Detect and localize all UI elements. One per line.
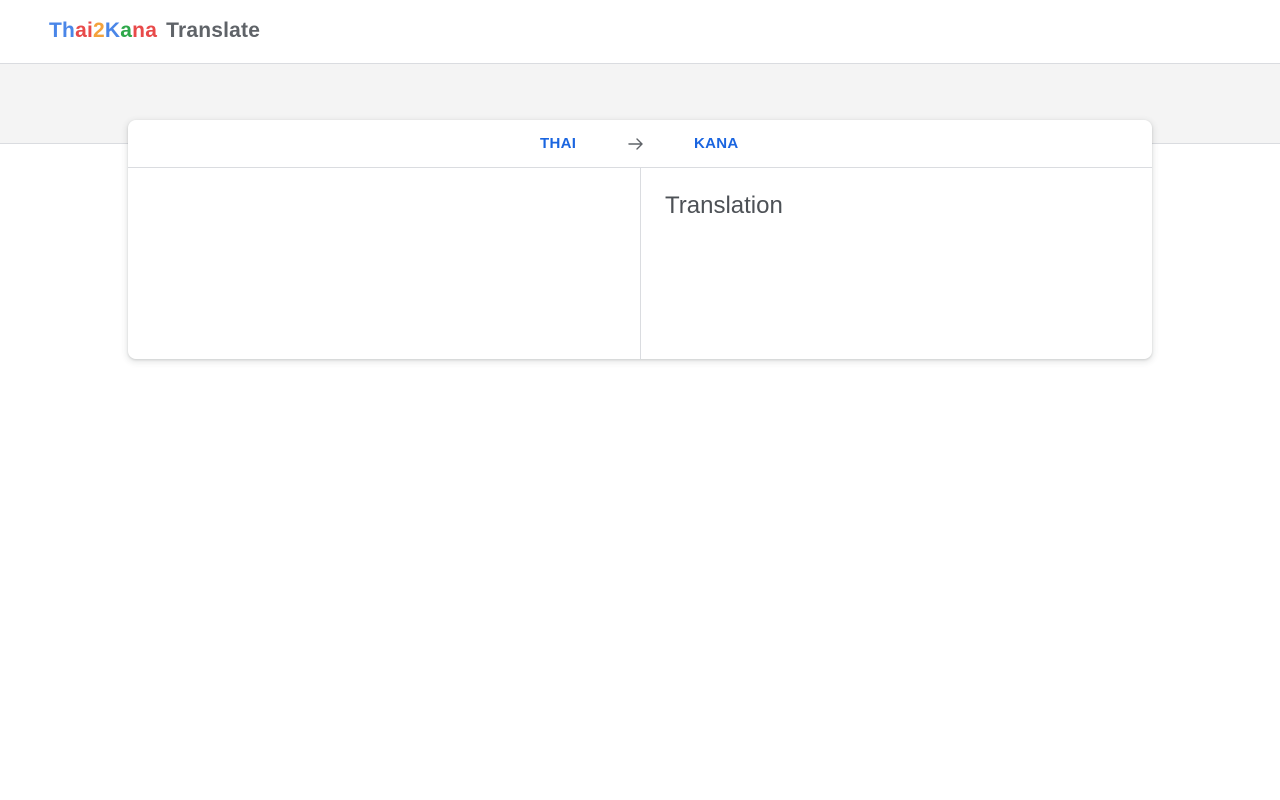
brand-letter: h (62, 19, 76, 42)
brand-name: Thai2Kana (49, 19, 157, 43)
source-language-tab[interactable]: THAI (540, 120, 576, 167)
brand-letter: K (104, 19, 121, 42)
brand-letter: a (75, 19, 87, 42)
brand-letter: n (132, 19, 146, 42)
translation-panes: Translation (128, 168, 1152, 359)
target-language-tab[interactable]: KANA (694, 120, 739, 167)
translator-card: THAI KANA Translation (128, 120, 1152, 359)
translation-output: Translation (665, 192, 783, 219)
brand-letter: T (49, 19, 63, 42)
app-logo[interactable]: Thai2Kana Translate (49, 19, 260, 45)
source-text-input[interactable] (128, 168, 640, 359)
language-bar: THAI KANA (128, 120, 1152, 168)
product-label: Translate (166, 19, 261, 42)
source-pane (128, 168, 641, 359)
brand-letter: 2 (93, 19, 105, 42)
brand-letter: a (145, 19, 158, 42)
app-header: Thai2Kana Translate (0, 0, 1280, 64)
brand-letter: a (120, 19, 133, 42)
arrow-right-icon[interactable] (627, 135, 645, 153)
target-pane: Translation (641, 168, 1152, 359)
